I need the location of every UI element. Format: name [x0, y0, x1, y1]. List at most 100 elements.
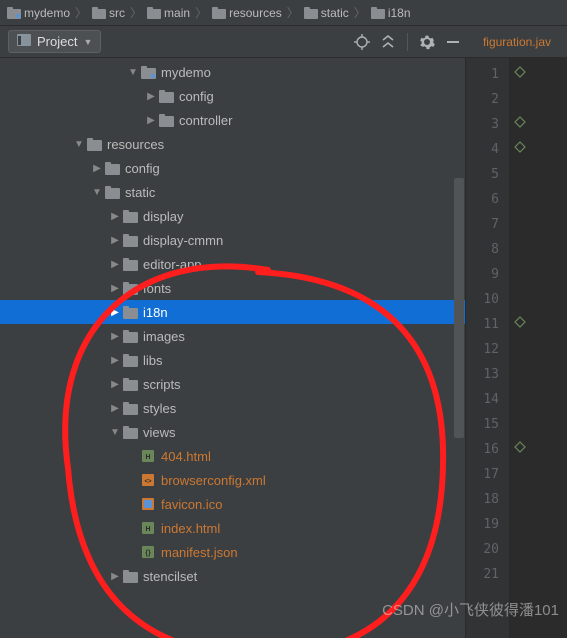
tree-item-images[interactable]: ▶images — [0, 324, 465, 348]
tree-item-stencilset[interactable]: ▶ stencilset — [0, 564, 465, 588]
tree-item-label: display — [143, 209, 183, 224]
bc-label: static — [321, 6, 349, 20]
tree-item-libs[interactable]: ▶ libs — [0, 348, 465, 372]
tree-item-404-html[interactable]: H404.html — [0, 444, 465, 468]
line-number: 12 — [466, 337, 499, 362]
bc-label: mydemo — [24, 6, 70, 20]
bc-label: resources — [229, 6, 282, 20]
tree-item-manifest-json[interactable]: {}manifest.json — [0, 540, 465, 564]
gutter-marker-icon — [514, 316, 526, 328]
collapse-all-icon[interactable] — [378, 32, 398, 52]
chevron-right-icon[interactable]: ▶ — [90, 163, 104, 174]
gear-icon[interactable] — [417, 32, 437, 52]
line-number: 4 — [466, 137, 499, 162]
tree-item-label: libs — [143, 353, 163, 368]
tree-item-label: scripts — [143, 377, 181, 392]
chevron-right-icon[interactable]: ▶ — [108, 331, 122, 342]
tree-item-styles[interactable]: ▶ styles — [0, 396, 465, 420]
chevron-right-icon[interactable]: ▶ — [108, 403, 122, 414]
project-view-selector[interactable]: Project ▼ — [8, 30, 101, 53]
folder-icon — [122, 376, 138, 392]
folder-icon — [122, 280, 138, 296]
scrollbar-thumb[interactable] — [454, 178, 464, 438]
tree-item-favicon-ico[interactable]: favicon.ico — [0, 492, 465, 516]
separator — [407, 33, 408, 51]
bc-item-main[interactable]: main — [144, 6, 193, 20]
bc-item-src[interactable]: src — [89, 6, 128, 20]
folder-icon — [104, 160, 120, 176]
tree-item-label: config — [179, 89, 214, 104]
chevron-right-icon[interactable]: ▶ — [108, 355, 122, 366]
chevron-down-icon[interactable]: ▼ — [72, 139, 86, 150]
svg-text:{}: {} — [145, 550, 151, 557]
gutter-marker-icon — [514, 141, 526, 153]
gutter-marker-icon — [514, 66, 526, 78]
folder-icon — [86, 136, 102, 152]
bc-item-static[interactable]: static — [301, 6, 352, 20]
tree-item-index-html[interactable]: Hindex.html — [0, 516, 465, 540]
hide-icon[interactable] — [443, 32, 463, 52]
tree-item-views[interactable]: ▼views — [0, 420, 465, 444]
chevron-down-icon[interactable]: ▼ — [90, 187, 104, 198]
editor-tab[interactable]: figuration.jav — [475, 29, 559, 55]
svg-text:<>: <> — [144, 479, 152, 485]
tree-item-i18n[interactable]: ▶i18n — [0, 300, 465, 324]
tree-item-controller[interactable]: ▶controller — [0, 108, 465, 132]
chevron-down-icon[interactable]: ▼ — [108, 427, 122, 438]
chevron-right-icon[interactable]: ▶ — [144, 115, 158, 126]
tree-item-display[interactable]: ▶ display — [0, 204, 465, 228]
gutter-marker-icon — [514, 116, 526, 128]
project-tree[interactable]: ▼mydemo▶config▶controller▼resources▶conf… — [0, 58, 465, 588]
bc-item-resources[interactable]: resources — [209, 6, 285, 20]
module-icon — [7, 7, 21, 19]
chevron-right-icon[interactable]: ▶ — [108, 235, 122, 246]
scrollbar[interactable] — [453, 58, 465, 638]
tree-item-config[interactable]: ▶ config — [0, 84, 465, 108]
line-number: 10 — [466, 287, 499, 312]
tree-item-static[interactable]: ▼ static — [0, 180, 465, 204]
chevron-down-icon[interactable]: ▼ — [126, 67, 140, 78]
gutter-marker-icon — [514, 441, 526, 453]
tree-item-label: styles — [143, 401, 176, 416]
chevron-right-icon[interactable]: ▶ — [108, 379, 122, 390]
line-number: 2 — [466, 87, 499, 112]
tree-item-label: stencilset — [143, 569, 197, 584]
line-number: 19 — [466, 512, 499, 537]
tree-item-config[interactable]: ▶config — [0, 156, 465, 180]
tree-item-label: fonts — [143, 281, 171, 296]
tree-item-label: editor-app — [143, 257, 202, 272]
ico-icon — [140, 496, 156, 512]
bc-item-i18n[interactable]: i18n — [368, 6, 414, 20]
line-number: 1 — [466, 62, 499, 87]
tree-item-mydemo[interactable]: ▼mydemo — [0, 60, 465, 84]
chevron-right-icon[interactable]: ▶ — [108, 211, 122, 222]
chevron-right-icon[interactable]: ▶ — [108, 571, 122, 582]
tree-item-fonts[interactable]: ▶ fonts — [0, 276, 465, 300]
folder-icon — [371, 7, 385, 19]
bc-item-mydemo[interactable]: mydemo — [4, 6, 73, 20]
line-number: 11 — [466, 312, 499, 337]
tree-item-browserconfig-xml[interactable]: <> browserconfig.xml — [0, 468, 465, 492]
tree-item-scripts[interactable]: ▶ scripts — [0, 372, 465, 396]
line-number: 5 — [466, 162, 499, 187]
chevron-right-icon[interactable]: ▶ — [144, 91, 158, 102]
line-number: 21 — [466, 562, 499, 587]
editor-area[interactable] — [510, 58, 567, 638]
folder-icon — [158, 112, 174, 128]
tree-item-label: browserconfig.xml — [161, 473, 266, 488]
tree-item-editor-app[interactable]: ▶ editor-app — [0, 252, 465, 276]
chevron-right-icon[interactable]: ▶ — [108, 283, 122, 294]
folder-icon — [122, 568, 138, 584]
tree-item-resources[interactable]: ▼resources — [0, 132, 465, 156]
folder-icon — [122, 304, 138, 320]
project-icon — [17, 34, 31, 49]
chevron-right-icon[interactable]: ▶ — [108, 307, 122, 318]
line-number-gutter: 123456789101112131415161718192021 — [465, 58, 510, 638]
chevron-right-icon[interactable]: ▶ — [108, 259, 122, 270]
line-number: 3 — [466, 112, 499, 137]
tree-item-label: static — [125, 185, 155, 200]
tree-item-display-cmmn[interactable]: ▶display-cmmn — [0, 228, 465, 252]
locate-icon[interactable] — [352, 32, 372, 52]
folder-icon — [122, 208, 138, 224]
folder-icon — [122, 328, 138, 344]
